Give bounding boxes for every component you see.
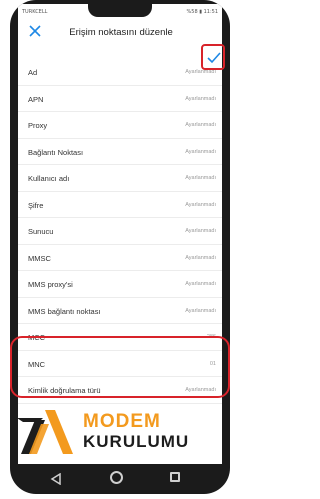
setting-row[interactable]: Sunucu Ayarlanmadı bbox=[18, 218, 222, 245]
setting-value: Ayarlanmadı bbox=[185, 228, 216, 234]
close-icon[interactable] bbox=[28, 24, 42, 38]
setting-value: Ayarlanmadı bbox=[185, 254, 216, 261]
mcc-mnc-highlight bbox=[10, 336, 230, 398]
setting-value: Ayarlanmadı bbox=[185, 201, 216, 208]
setting-row[interactable]: Ad Ayarlanmadı bbox=[18, 59, 222, 86]
logo-word-kurulumu: KURULUMU bbox=[83, 432, 190, 451]
recent-apps-icon[interactable] bbox=[170, 472, 180, 482]
setting-row[interactable]: MMSC Ayarlanmadı bbox=[18, 245, 222, 271]
setting-label: Proxy bbox=[28, 121, 48, 130]
setting-label: Şifre bbox=[28, 200, 44, 210]
setting-label: MMSC bbox=[28, 253, 51, 263]
nav-bar bbox=[10, 468, 230, 488]
setting-label: MMS proxy'si bbox=[28, 280, 73, 289]
setting-value: Ayarlanmadı bbox=[185, 281, 216, 287]
setting-row[interactable]: MMS bağlantı noktası Ayarlanmadı bbox=[18, 298, 222, 324]
setting-label: Bağlantı Noktası bbox=[28, 147, 84, 157]
confirm-highlight bbox=[201, 44, 225, 70]
setting-row[interactable]: Kullanıcı adı Ayarlanmadı bbox=[18, 165, 222, 192]
setting-label: MMS bağlantı noktası bbox=[28, 306, 101, 316]
setting-label: Sunucu bbox=[28, 227, 54, 236]
setting-label: Kullanıcı adı bbox=[28, 174, 70, 183]
setting-row[interactable]: MMS proxy'si Ayarlanmadı bbox=[18, 271, 222, 298]
setting-value: Ayarlanmadı bbox=[185, 122, 216, 128]
status-right: %58 ▮ 11:51 bbox=[186, 9, 218, 15]
setting-value: Ayarlanmadı bbox=[185, 95, 216, 102]
camera-notch bbox=[88, 4, 152, 17]
watermark-logo: MODEM KURULUMU bbox=[15, 408, 210, 456]
logo-word-modem: MODEM bbox=[83, 411, 161, 432]
page-title: Erişim noktasını düzenle bbox=[69, 27, 173, 38]
setting-value: Ayarlanmadı bbox=[185, 307, 216, 314]
setting-label: APN bbox=[28, 94, 44, 104]
home-icon[interactable] bbox=[110, 471, 123, 484]
setting-row[interactable]: Proxy Ayarlanmadı bbox=[18, 112, 222, 139]
setting-row[interactable]: Bağlantı Noktası Ayarlanmadı bbox=[18, 139, 222, 165]
check-icon[interactable] bbox=[207, 51, 221, 64]
setting-row[interactable]: Şifre Ayarlanmadı bbox=[18, 192, 222, 218]
setting-value: Ayarlanmadı bbox=[185, 175, 216, 181]
back-icon[interactable] bbox=[50, 472, 62, 490]
setting-label: Ad bbox=[28, 68, 38, 77]
setting-value: Ayarlanmadı bbox=[185, 148, 216, 155]
carrier-label: TURKCELL bbox=[22, 9, 48, 15]
setting-row[interactable]: APN Ayarlanmadı bbox=[18, 86, 222, 112]
app-bar: Erişim noktasını düzenle bbox=[18, 18, 222, 46]
logo-mark-icon bbox=[17, 410, 73, 454]
